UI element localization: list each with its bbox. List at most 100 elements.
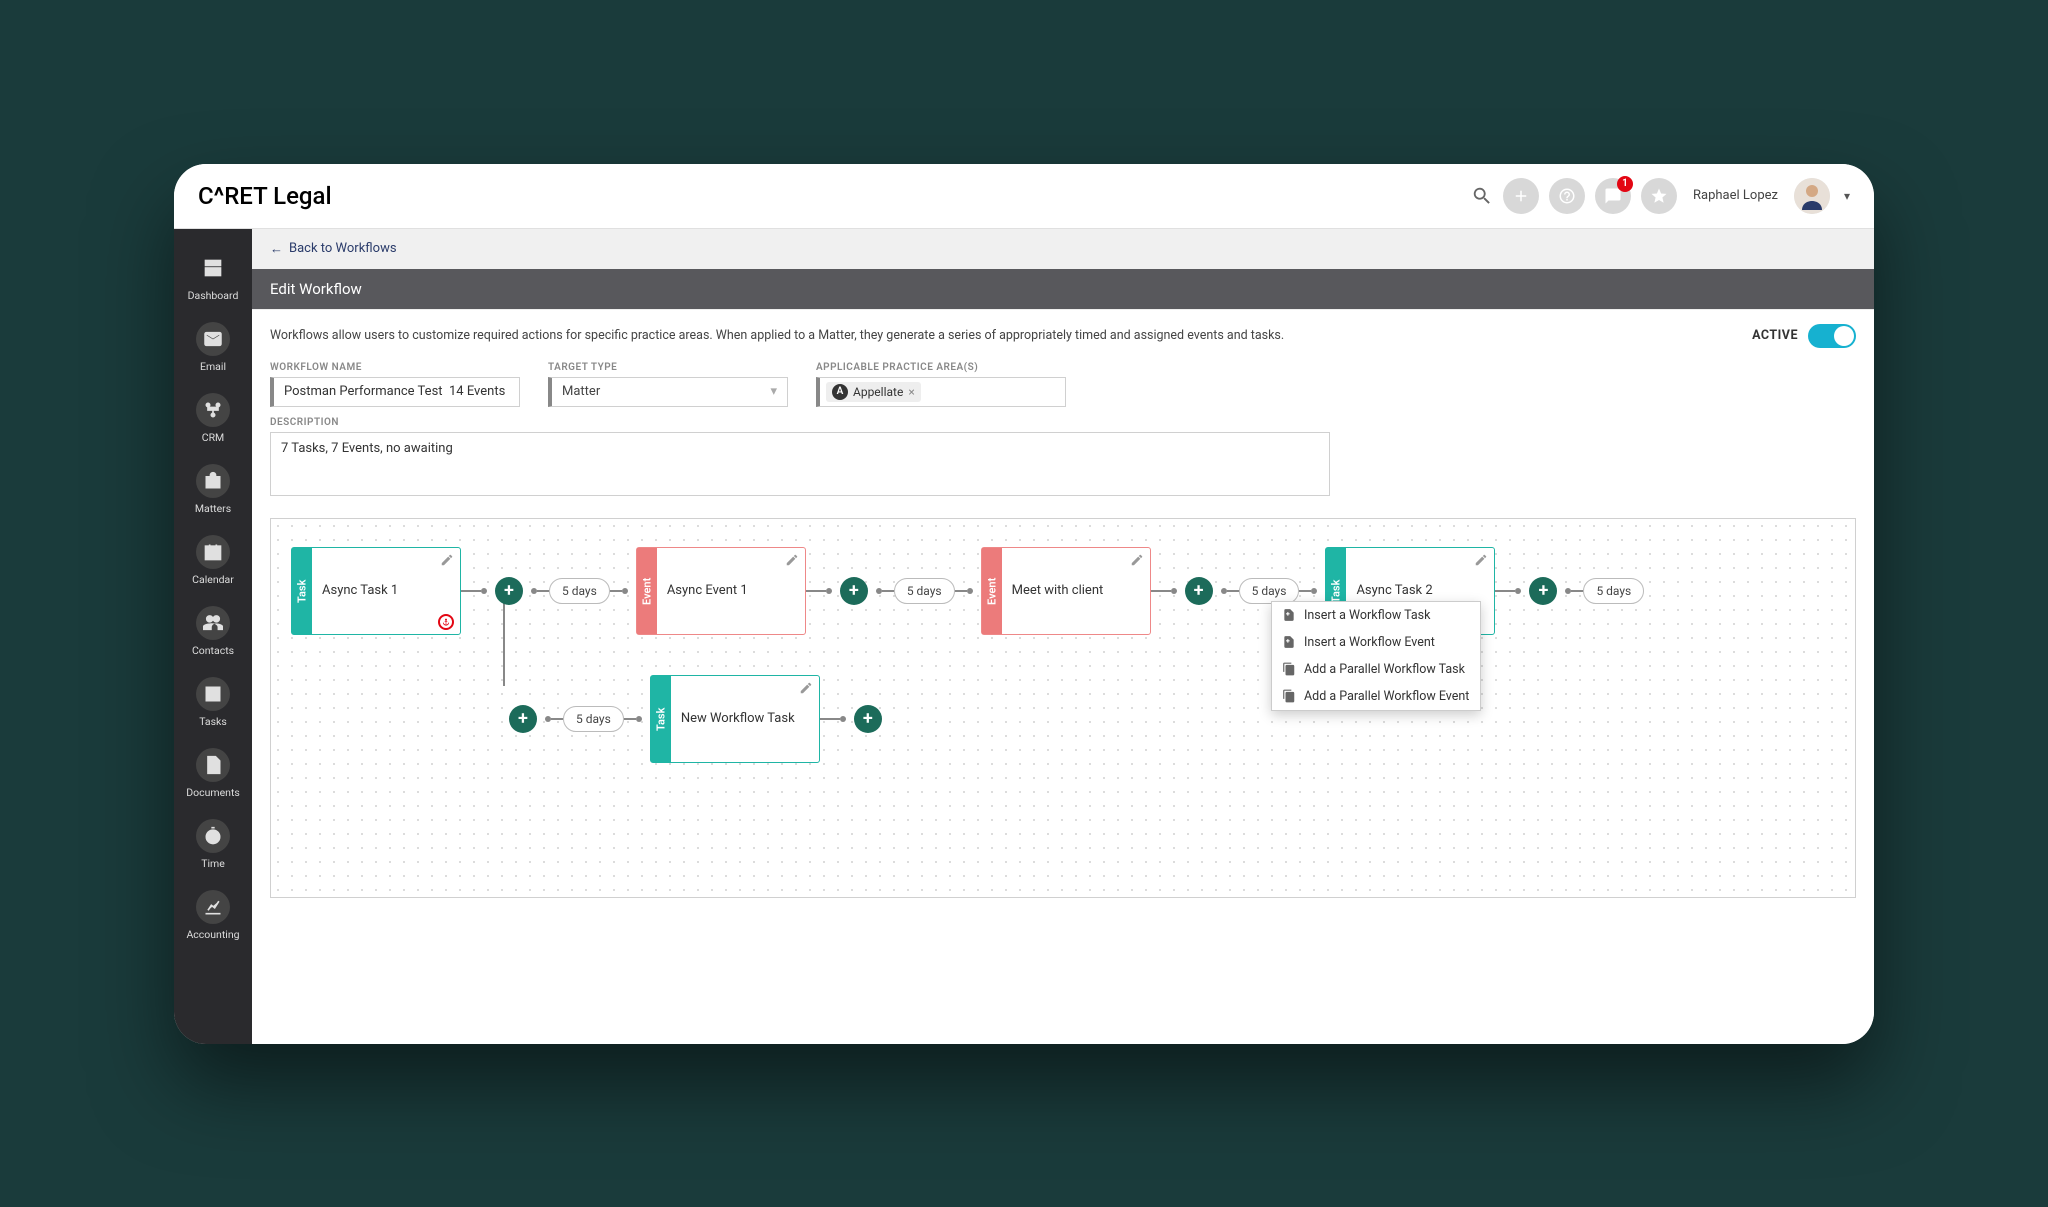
form-row: WORKFLOW NAME TARGET TYPE Matter ▾ APPLI… (252, 350, 1874, 411)
delay-pill-1[interactable]: 5 days (549, 578, 610, 604)
node-title: Async Task 2 (1356, 583, 1432, 598)
sidebar-item-crm[interactable]: CRM (174, 383, 252, 454)
page-title: Edit Workflow (270, 280, 362, 298)
sidebar-label: Contacts (192, 644, 234, 657)
sidebar-item-email[interactable]: Email (174, 312, 252, 383)
email-icon (196, 322, 230, 356)
tag-initial: A (832, 384, 848, 400)
workflow-node-task-new[interactable]: Task New Workflow Task (650, 675, 820, 763)
back-link[interactable]: ← Back to Workflows (270, 241, 397, 257)
target-type-label: TARGET TYPE (548, 362, 788, 373)
sidebar-item-calendar[interactable]: Calendar (174, 525, 252, 596)
workflow-node-task-1[interactable]: Task Async Task 1 (291, 547, 461, 635)
menu-item-label: Add a Parallel Workflow Event (1304, 689, 1469, 704)
edit-node-icon[interactable] (799, 680, 813, 699)
workflow-name-input[interactable] (270, 377, 520, 407)
node-title: Meet with client (1012, 583, 1104, 598)
contacts-icon (196, 606, 230, 640)
edit-node-icon[interactable] (785, 552, 799, 571)
brand-caret: ^ (214, 182, 225, 210)
sidebar-item-dashboard[interactable]: Dashboard (174, 241, 252, 312)
tasks-icon (196, 677, 230, 711)
page-header: Edit Workflow (252, 269, 1874, 309)
menu-parallel-task[interactable]: Add a Parallel Workflow Task (1272, 656, 1480, 683)
anchor-icon (438, 614, 454, 630)
app-window: C^RET Legal 1 Raphael Lopez (174, 164, 1874, 1044)
target-type-value: Matter (562, 384, 600, 399)
tag-text: Appellate (853, 385, 903, 399)
active-toggle[interactable] (1808, 324, 1856, 348)
chevron-down-icon: ▾ (770, 384, 777, 399)
edit-node-icon[interactable] (440, 552, 454, 571)
tag-remove-icon[interactable]: × (908, 385, 914, 399)
menu-insert-event[interactable]: Insert a Workflow Event (1272, 629, 1480, 656)
workflow-description-help: Workflows allow users to customize requi… (270, 328, 1752, 343)
active-toggle-group: ACTIVE (1752, 324, 1856, 348)
sidebar-label: Tasks (199, 715, 227, 728)
node-type-stripe: Event (982, 548, 1002, 634)
node-type-stripe: Event (637, 548, 657, 634)
sidebar-item-time[interactable]: Time (174, 809, 252, 880)
chat-badge: 1 (1617, 176, 1633, 192)
sidebar-item-tasks[interactable]: Tasks (174, 667, 252, 738)
back-link-label: Back to Workflows (289, 241, 397, 256)
search-icon[interactable] (1471, 185, 1493, 207)
add-node-button-6[interactable]: + (854, 705, 882, 733)
workflow-canvas[interactable]: Task Async Task 1 + 5 days (270, 518, 1856, 898)
sidebar-item-contacts[interactable]: Contacts (174, 596, 252, 667)
add-node-button-1[interactable]: + (495, 577, 523, 605)
workflow-node-event-1[interactable]: Event Async Event 1 (636, 547, 806, 635)
add-node-button-5[interactable]: + (509, 705, 537, 733)
practice-area-input[interactable]: A Appellate × (816, 377, 1066, 407)
user-avatar[interactable] (1794, 178, 1830, 214)
accounting-icon (196, 890, 230, 924)
delay-pill-4[interactable]: 5 days (1583, 578, 1644, 604)
canvas-wrapper: Task Async Task 1 + 5 days (252, 518, 1874, 1044)
sidebar-label: Calendar (192, 573, 234, 586)
add-button[interactable] (1503, 178, 1539, 214)
menu-item-label: Add a Parallel Workflow Task (1304, 662, 1465, 677)
edit-node-icon[interactable] (1474, 552, 1488, 571)
add-node-button-2[interactable]: + (840, 577, 868, 605)
user-menu-chevron-icon[interactable]: ▾ (1844, 189, 1850, 203)
brand-logo: C^RET Legal (198, 182, 332, 210)
practice-area-tag: A Appellate × (826, 382, 921, 402)
flow-row-main: Task Async Task 1 + 5 days (291, 547, 1835, 635)
sidebar: Dashboard Email CRM Matters Calendar Con… (174, 229, 252, 1044)
sidebar-label: Accounting (186, 928, 239, 941)
favorites-button[interactable] (1641, 178, 1677, 214)
topbar-actions: 1 Raphael Lopez ▾ (1471, 178, 1850, 214)
help-button[interactable] (1549, 178, 1585, 214)
workflow-name-label: WORKFLOW NAME (270, 362, 520, 373)
delay-pill-2[interactable]: 5 days (894, 578, 955, 604)
active-label: ACTIVE (1752, 328, 1798, 343)
sidebar-item-accounting[interactable]: Accounting (174, 880, 252, 951)
description-input[interactable] (270, 432, 1330, 496)
chat-button[interactable]: 1 (1595, 178, 1631, 214)
add-node-button-3[interactable]: + (1185, 577, 1213, 605)
node-type-stripe: Task (292, 548, 312, 634)
practice-area-label: APPLICABLE PRACTICE AREA(S) (816, 362, 1066, 373)
sidebar-label: Email (200, 360, 226, 373)
sidebar-label: CRM (202, 431, 224, 444)
node-type-stripe: Task (651, 676, 671, 762)
brand-text-prefix: C (198, 182, 214, 210)
sidebar-item-documents[interactable]: Documents (174, 738, 252, 809)
node-title: Async Event 1 (667, 583, 748, 598)
target-type-select[interactable]: Matter ▾ (548, 377, 788, 407)
menu-item-label: Insert a Workflow Task (1304, 608, 1430, 623)
workflow-node-event-2[interactable]: Event Meet with client (981, 547, 1151, 635)
edit-node-icon[interactable] (1130, 552, 1144, 571)
delay-pill-5[interactable]: 5 days (563, 706, 624, 732)
menu-insert-task[interactable]: Insert a Workflow Task (1272, 602, 1480, 629)
user-name: Raphael Lopez (1693, 188, 1778, 203)
top-bar: C^RET Legal 1 Raphael Lopez (174, 164, 1874, 229)
context-menu: Insert a Workflow Task Insert a Workflow… (1271, 601, 1481, 711)
arrow-left-icon: ← (270, 241, 283, 257)
menu-parallel-event[interactable]: Add a Parallel Workflow Event (1272, 683, 1480, 710)
matters-icon (196, 464, 230, 498)
sidebar-label: Time (201, 857, 225, 870)
sidebar-item-matters[interactable]: Matters (174, 454, 252, 525)
add-node-button-4[interactable]: + (1529, 577, 1557, 605)
main-content: ← Back to Workflows Edit Workflow Workfl… (252, 229, 1874, 1044)
